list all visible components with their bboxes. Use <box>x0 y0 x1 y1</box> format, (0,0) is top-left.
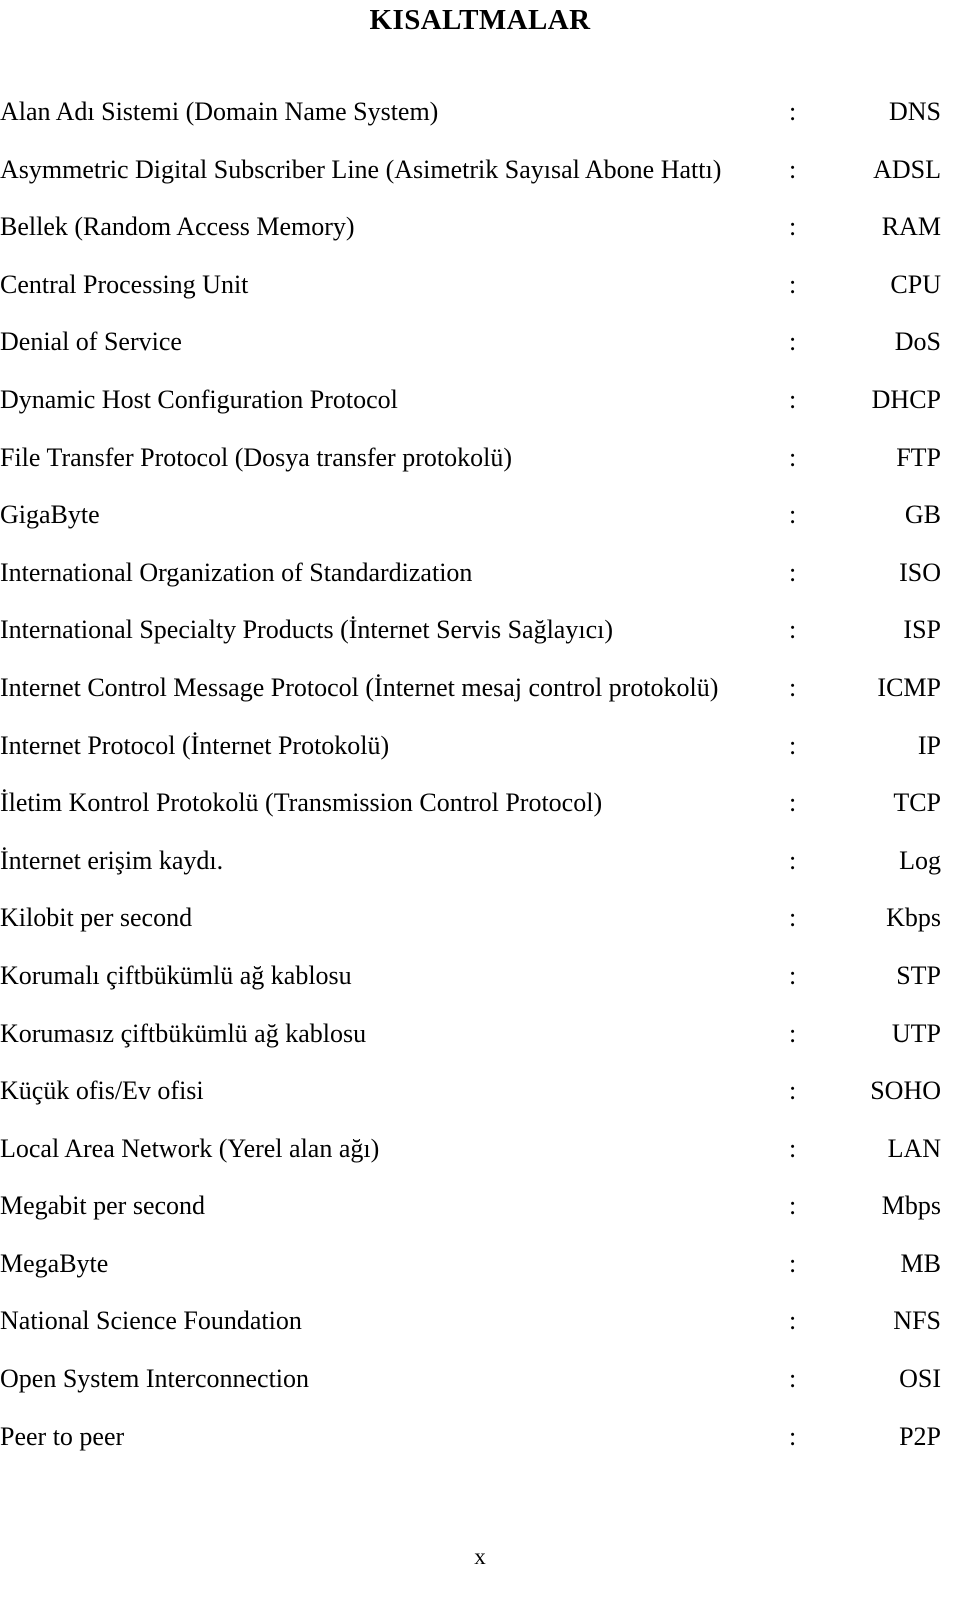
abbreviation-row: Local Area Network (Yerel alan ağı): LAN <box>0 1132 960 1190</box>
abbreviation-row: Korumalı çiftbükümlü ağ kablosu: STP <box>0 959 960 1017</box>
abbreviation-short-form: MB <box>900 1248 941 1278</box>
abbreviation-row: Denial of Service: DoS <box>0 325 960 383</box>
abbreviation-short-form: CPU <box>890 269 941 299</box>
abbreviation-short-form: GB <box>904 500 941 530</box>
abbreviation-short-form: ADSL <box>873 154 941 184</box>
abbreviation-term: Open System Interconnection <box>0 1364 310 1394</box>
abbreviation-short-form: Log <box>899 845 941 875</box>
abbreviation-short-form: SOHO <box>870 1076 941 1106</box>
page-number: x <box>474 1544 486 1569</box>
abbreviation-row: Megabit per second: Mbps <box>0 1189 960 1247</box>
abbreviation-short-form: STP <box>896 960 941 990</box>
abbreviation-short-form: Kbps <box>886 903 941 933</box>
abbreviation-term: International Specialty Products (İntern… <box>0 615 613 645</box>
abbreviation-term: Bellek (Random Access Memory) <box>0 212 355 242</box>
abbreviation-short-form: TCP <box>893 788 941 818</box>
abbreviation-term: International Organization of Standardiz… <box>0 557 473 587</box>
abbreviation-row: International Specialty Products (İntern… <box>0 613 960 671</box>
abbreviation-row: MegaByte: MB <box>0 1247 960 1305</box>
abbreviation-term: Korumalı çiftbükümlü ağ kablosu <box>0 960 352 990</box>
abbreviation-short-form: ISP <box>903 615 941 645</box>
abbreviation-term: Peer to peer <box>0 1421 125 1451</box>
abbreviation-term: National Science Foundation <box>0 1306 302 1336</box>
abbreviation-short-form: ISO <box>899 557 941 587</box>
abbreviation-short-form: IP <box>917 730 941 760</box>
abbreviation-short-form: DoS <box>894 327 941 357</box>
abbreviation-row: İletim Kontrol Protokolü (Transmission C… <box>0 786 960 844</box>
abbreviation-short-form: DNS <box>888 97 941 126</box>
abbreviation-term: Central Processing Unit <box>0 269 249 299</box>
abbreviation-row: Bellek (Random Access Memory): RAM <box>0 210 960 268</box>
abbreviation-row: Peer to peer: P2P <box>0 1420 960 1478</box>
abbreviation-short-form: NFS <box>893 1306 941 1336</box>
abbreviation-short-form: ICMP <box>877 672 941 702</box>
abbreviation-row: Asymmetric Digital Subscriber Line (Asim… <box>0 153 960 211</box>
abbreviation-term: Internet Protocol (İnternet Protokolü) <box>0 730 390 760</box>
abbreviation-short-form: P2P <box>899 1421 941 1451</box>
abbreviations-list: Alan Adı Sistemi (Domain Name System): DN… <box>0 95 960 1477</box>
abbreviation-term: Dynamic Host Configuration Protocol <box>0 384 398 414</box>
abbreviation-term: Kilobit per second <box>0 903 193 933</box>
abbreviation-term: Internet Control Message Protocol (İnter… <box>0 672 719 702</box>
document-page: KISALTMALAR Alan Adı Sistemi (Domain Nam… <box>0 0 960 1601</box>
abbreviation-row: National Science Foundation: NFS <box>0 1304 960 1362</box>
abbreviation-term: İletim Kontrol Protokolü (Transmission C… <box>0 788 603 818</box>
abbreviation-term: Alan Adı Sistemi (Domain Name System) <box>0 97 439 126</box>
page-title: KISALTMALAR <box>369 4 591 36</box>
abbreviation-term: Korumasız çiftbükümlü ağ kablosu <box>0 1018 367 1048</box>
abbreviation-short-form: LAN <box>887 1133 941 1163</box>
abbreviation-row: File Transfer Protocol (Dosya transfer p… <box>0 441 960 499</box>
abbreviation-short-form: OSI <box>899 1364 941 1394</box>
abbreviation-row: Dynamic Host Configuration Protocol: DHCP <box>0 383 960 441</box>
abbreviation-row: Küçük ofis/Ev ofisi: SOHO <box>0 1074 960 1132</box>
abbreviation-row: International Organization of Standardiz… <box>0 556 960 614</box>
abbreviation-row: Kilobit per second: Kbps <box>0 901 960 959</box>
abbreviation-term: GigaByte <box>0 500 100 530</box>
abbreviation-row: Internet Protocol (İnternet Protokolü): I… <box>0 729 960 787</box>
abbreviation-term: MegaByte <box>0 1248 109 1278</box>
abbreviation-term: Local Area Network (Yerel alan ağı) <box>0 1133 380 1163</box>
abbreviation-short-form: RAM <box>881 212 941 242</box>
abbreviation-row: Open System Interconnection: OSI <box>0 1362 960 1420</box>
abbreviation-row: Internet Control Message Protocol (İnter… <box>0 671 960 729</box>
abbreviation-term: Küçük ofis/Ev ofisi <box>0 1076 204 1106</box>
abbreviation-row: GigaByte: GB <box>0 498 960 556</box>
abbreviation-row: Central Processing Unit: CPU <box>0 268 960 326</box>
abbreviation-short-form: DHCP <box>871 384 941 414</box>
abbreviation-term: Denial of Service <box>0 327 182 357</box>
abbreviation-short-form: FTP <box>896 442 941 472</box>
abbreviation-short-form: UTP <box>891 1018 941 1048</box>
abbreviation-row: Alan Adı Sistemi (Domain Name System): DN… <box>0 95 960 153</box>
abbreviation-row: İnternet erişim kaydı.: Log <box>0 844 960 902</box>
abbreviation-term: Megabit per second <box>0 1191 206 1221</box>
abbreviation-term: İnternet erişim kaydı. <box>0 845 224 875</box>
abbreviation-row: Korumasız çiftbükümlü ağ kablosu: UTP <box>0 1017 960 1075</box>
abbreviation-short-form: Mbps <box>881 1191 941 1221</box>
abbreviation-term: Asymmetric Digital Subscriber Line (Asim… <box>0 154 722 184</box>
abbreviation-term: File Transfer Protocol (Dosya transfer p… <box>0 442 512 472</box>
